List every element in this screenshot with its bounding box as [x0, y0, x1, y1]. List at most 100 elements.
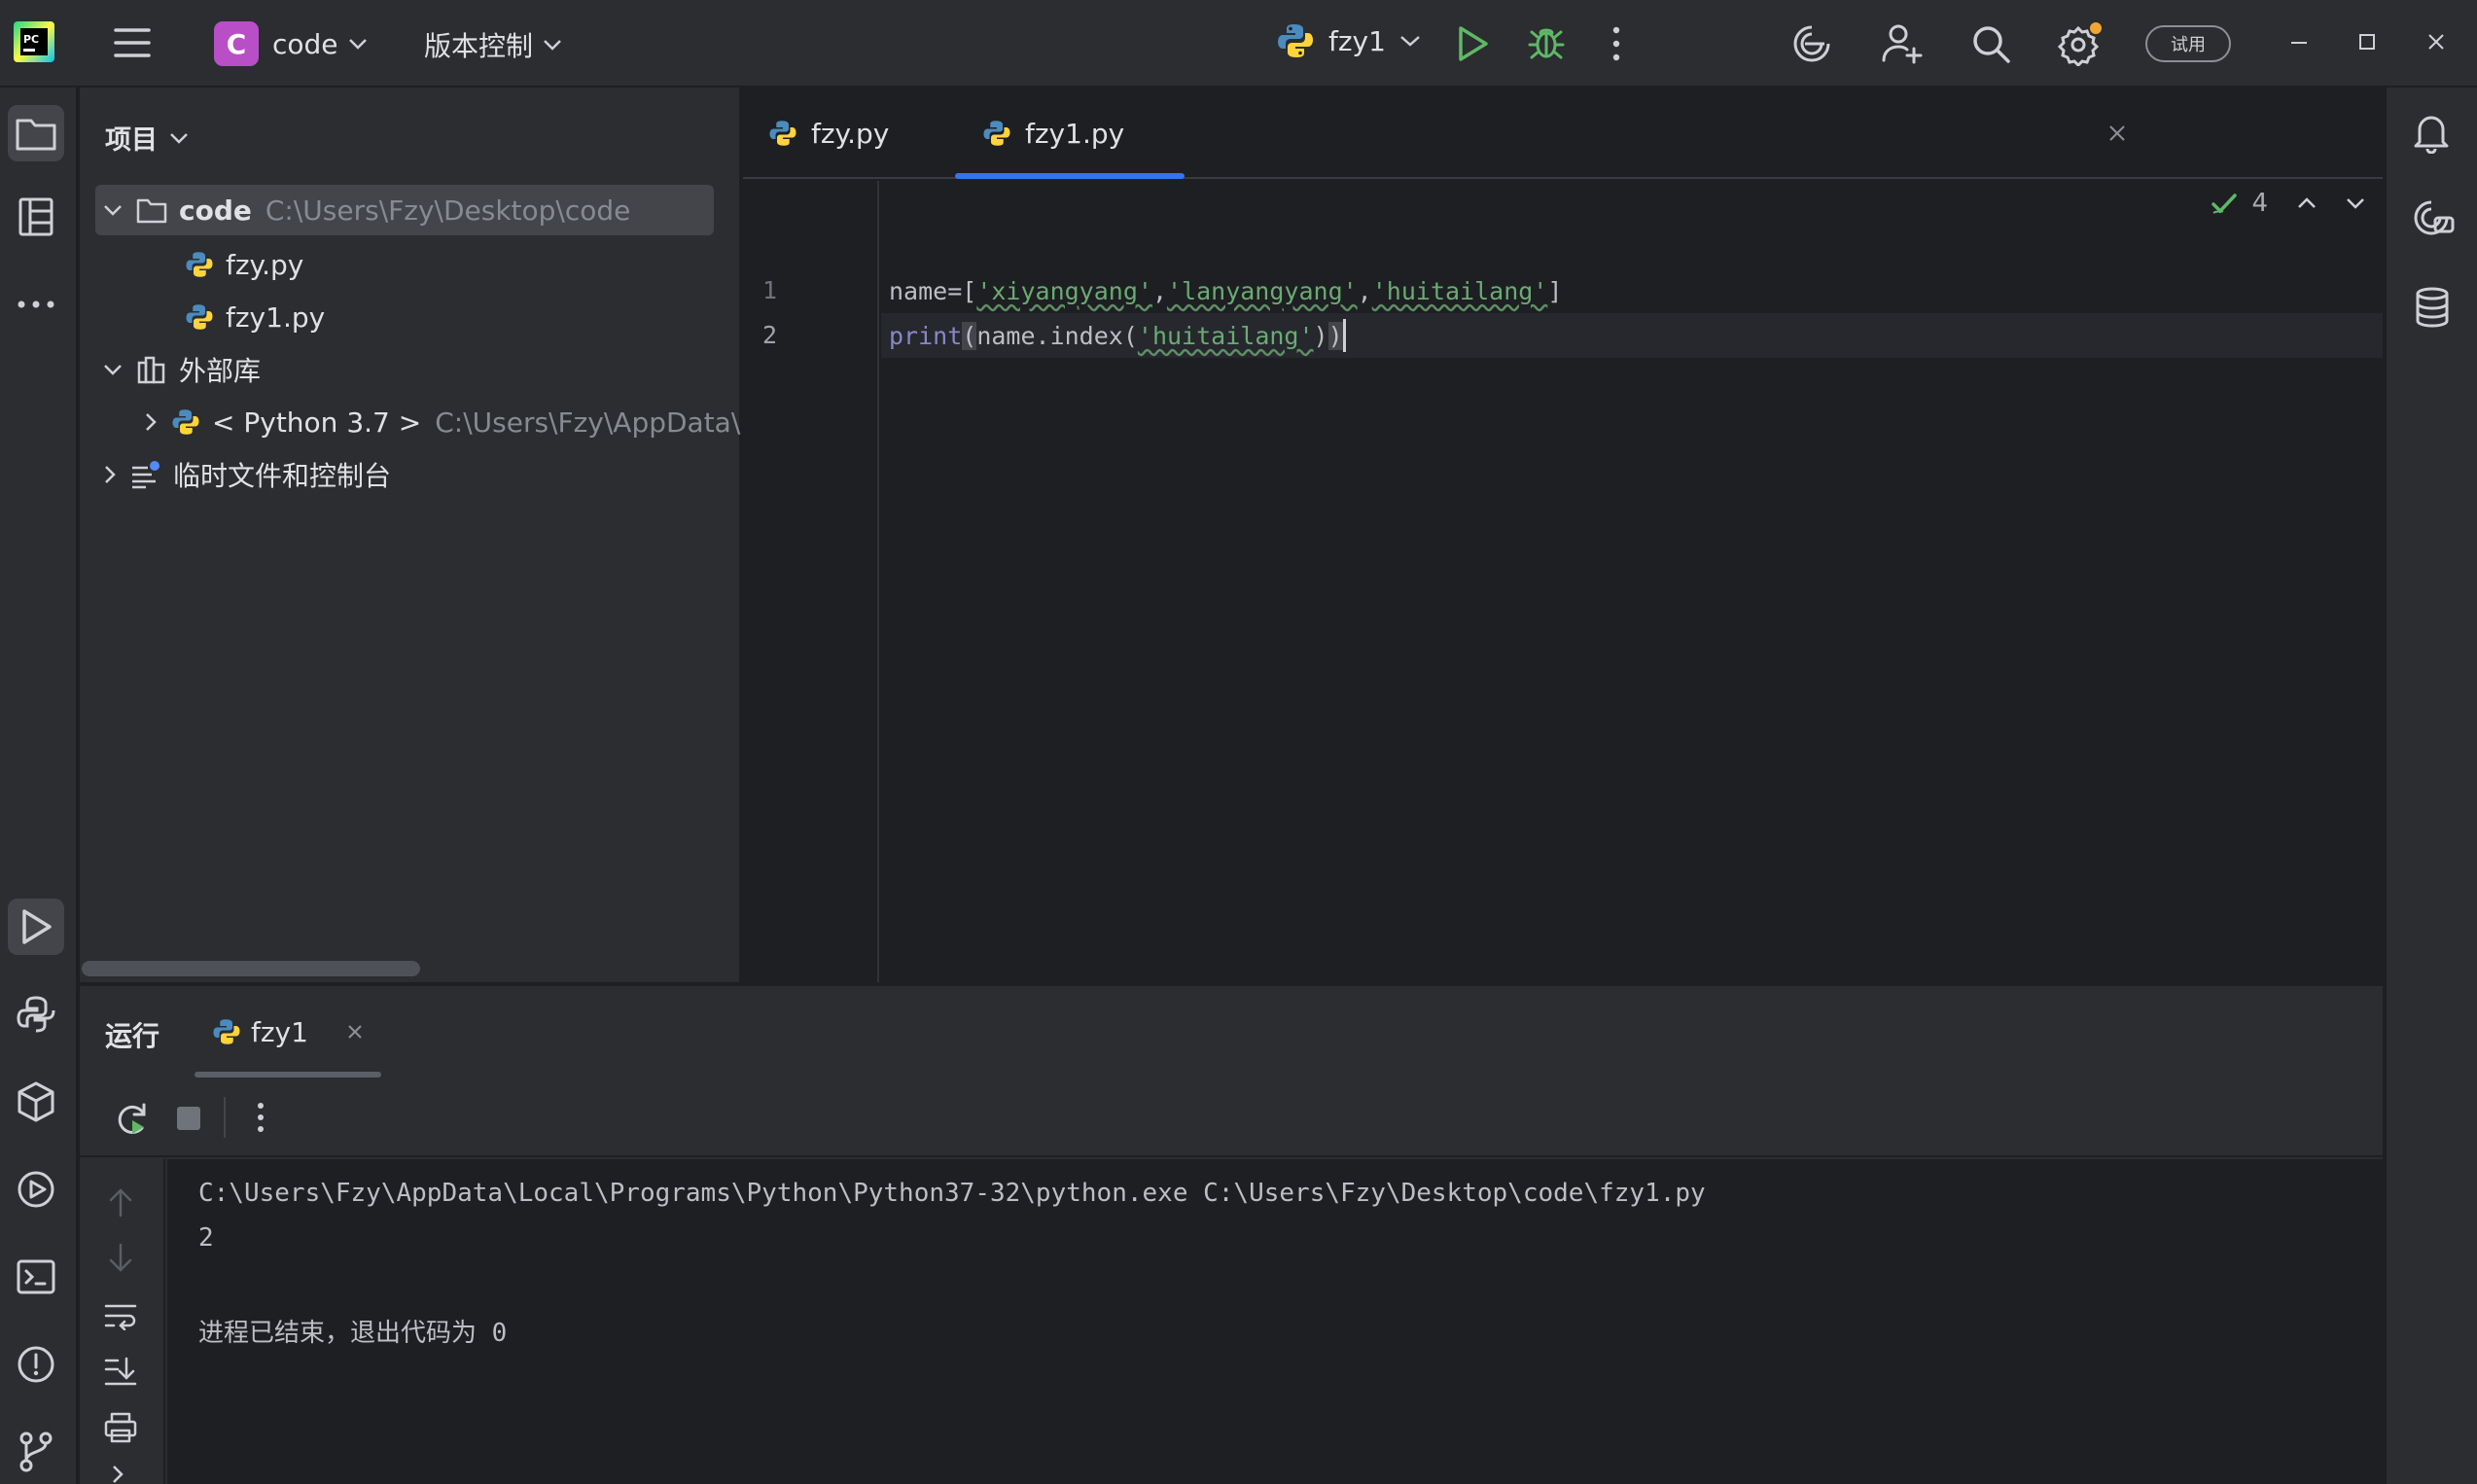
- code-token: ,: [1151, 276, 1167, 305]
- tree-item-label: 外部库: [179, 355, 262, 387]
- chevron-down-icon[interactable]: [103, 203, 123, 217]
- code-line-2[interactable]: print(name.index('huitailang')): [881, 313, 2383, 358]
- chevron-down-icon[interactable]: [2346, 196, 2365, 210]
- code-token: name=[: [889, 276, 977, 305]
- rerun-icon[interactable]: [115, 1101, 150, 1136]
- project-folder-icon[interactable]: [8, 105, 64, 161]
- services-icon[interactable]: [8, 1161, 64, 1218]
- left-tool-strip: [0, 88, 78, 1484]
- run-panel-header: 运行 fzy1: [80, 986, 2383, 1078]
- add-user-icon[interactable]: [1881, 21, 1924, 64]
- tree-item-python-sdk[interactable]: < Python 3.7 > C:\Users\Fzy\AppData\Lo: [144, 397, 772, 447]
- project-panel: 项目 code C:\Users\Fzy\Desktop\code fzy.py…: [80, 88, 772, 982]
- more-vertical-icon[interactable]: [1610, 25, 1622, 62]
- run-config-selector[interactable]: fzy1: [1276, 21, 1421, 60]
- code-token: ,: [1357, 276, 1372, 305]
- close-icon[interactable]: [2108, 124, 2126, 142]
- tab-fzy-py[interactable]: fzy.py: [768, 88, 943, 179]
- close-icon[interactable]: [2427, 33, 2445, 51]
- trial-badge[interactable]: 试用: [2145, 25, 2231, 62]
- pycharm-logo-icon[interactable]: PC: [12, 19, 56, 64]
- project-switcher[interactable]: C code: [214, 21, 368, 66]
- chevron-down-icon: [348, 37, 368, 51]
- python-file-icon: [768, 119, 797, 148]
- run-button[interactable]: [1455, 25, 1490, 62]
- python-icon: [212, 1017, 241, 1046]
- run-toolbar: [80, 1079, 2383, 1157]
- editor-tab-bar: fzy.py fzy1.py: [743, 88, 2383, 179]
- horizontal-scrollbar[interactable]: [82, 961, 420, 976]
- run-side-toolbar: [80, 1159, 165, 1484]
- project-panel-header[interactable]: 项目: [105, 119, 189, 157]
- ai-assistant-icon[interactable]: [1791, 23, 1832, 64]
- stop-icon[interactable]: [175, 1105, 202, 1132]
- inspection-count: 4: [2251, 189, 2268, 218]
- terminal-icon[interactable]: [8, 1249, 64, 1305]
- tree-item-fzy-py[interactable]: fzy.py: [185, 239, 303, 290]
- tree-item-code[interactable]: code C:\Users\Fzy\Desktop\code: [95, 185, 714, 235]
- trial-label: 试用: [2145, 25, 2231, 62]
- code-string: 'huitailang': [1137, 321, 1314, 350]
- tree-item-scratches[interactable]: 临时文件和控制台: [103, 449, 391, 500]
- settings-icon[interactable]: [2058, 21, 2105, 66]
- code-string: 'xiyangyang': [976, 276, 1152, 305]
- console-line: C:\Users\Fzy\AppData\Local\Programs\Pyth…: [198, 1179, 1706, 1208]
- console-output[interactable]: C:\Users\Fzy\AppData\Local\Programs\Pyth…: [167, 1159, 2383, 1484]
- inspection-widget[interactable]: 4: [2211, 189, 2365, 218]
- database-icon[interactable]: [2414, 286, 2451, 329]
- console-line: 2: [198, 1223, 214, 1253]
- code-token: ]: [1547, 276, 1563, 305]
- tree-item-label: fzy.py: [226, 248, 304, 281]
- code-string: 'lanyangyang': [1167, 276, 1358, 305]
- chevron-up-icon[interactable]: [2297, 196, 2317, 210]
- debug-button[interactable]: [1527, 21, 1566, 62]
- python-packages-icon[interactable]: [8, 1074, 64, 1130]
- tree-item-label: < Python 3.7 >: [212, 406, 422, 439]
- soft-wrap-icon[interactable]: [103, 1301, 138, 1330]
- active-tab-indicator: [195, 1072, 381, 1078]
- print-icon[interactable]: [103, 1412, 138, 1443]
- arrow-down-icon[interactable]: [107, 1243, 134, 1274]
- git-icon[interactable]: [8, 1424, 64, 1480]
- line-number: 2: [762, 321, 778, 349]
- maximize-icon[interactable]: [2358, 33, 2376, 51]
- run-tool-icon[interactable]: [8, 899, 64, 955]
- more-horizontal-icon[interactable]: [8, 276, 64, 333]
- chevron-down-icon[interactable]: [103, 363, 123, 376]
- python-console-icon[interactable]: [8, 986, 64, 1042]
- chevron-down-icon: [169, 131, 189, 145]
- editor-area: fzy.py fzy1.py 1 2 name=['xiyangyang','l…: [743, 88, 2383, 982]
- line-number-gutter: 1 2: [743, 181, 879, 982]
- console-line: 进程已结束，退出代码为 0: [198, 1319, 508, 1348]
- chevron-right-icon[interactable]: [144, 412, 158, 432]
- check-icon: [2211, 192, 2238, 215]
- project-panel-title: 项目: [105, 125, 158, 156]
- code-line-1[interactable]: name=['xiyangyang','lanyangyang','huitai…: [881, 268, 2383, 313]
- arrow-up-icon[interactable]: [107, 1186, 134, 1218]
- vcs-menu[interactable]: 版本控制: [424, 25, 562, 64]
- close-icon[interactable]: [347, 1024, 363, 1040]
- tree-item-path: C:\Users\Fzy\AppData\Lo: [435, 406, 772, 439]
- minimize-icon[interactable]: [2289, 41, 2309, 45]
- chevron-right-icon[interactable]: [111, 1465, 124, 1484]
- code-token: ): [1313, 321, 1328, 350]
- search-icon[interactable]: [1970, 23, 2011, 64]
- run-tab-fzy1[interactable]: fzy1: [195, 986, 381, 1078]
- python-file-icon: [185, 302, 214, 332]
- tree-item-label: fzy1.py: [226, 300, 326, 334]
- tab-fzy1-py[interactable]: fzy1.py: [955, 88, 1185, 179]
- code-token: (: [962, 321, 977, 350]
- project-badge: C: [214, 21, 259, 66]
- tree-item-external-libraries[interactable]: 外部库: [103, 344, 261, 395]
- chevron-right-icon[interactable]: [103, 465, 117, 484]
- more-vertical-icon[interactable]: [255, 1101, 266, 1134]
- python-icon: [1276, 21, 1315, 60]
- ai-chat-icon[interactable]: [2412, 198, 2455, 239]
- problems-icon[interactable]: [8, 1336, 64, 1393]
- tree-item-fzy1-py[interactable]: fzy1.py: [185, 292, 325, 342]
- scroll-to-end-icon[interactable]: [103, 1356, 138, 1387]
- notifications-icon[interactable]: [2412, 111, 2451, 154]
- main-menu-icon[interactable]: [113, 25, 152, 60]
- python-file-icon: [185, 250, 214, 279]
- structure-icon[interactable]: [8, 189, 64, 245]
